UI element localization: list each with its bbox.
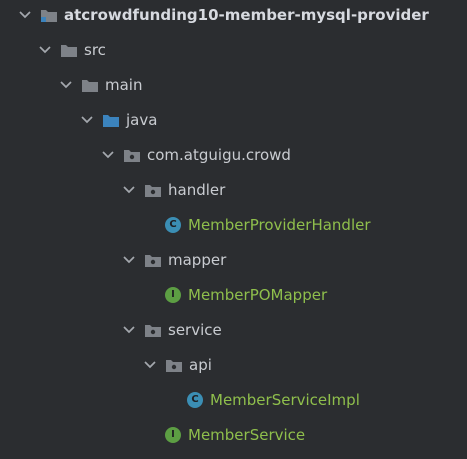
tree-label: MemberProviderHandler — [188, 216, 371, 234]
package-icon — [144, 182, 162, 198]
package-icon — [144, 252, 162, 268]
interface-icon: I — [164, 427, 182, 443]
tree-label: handler — [168, 181, 226, 199]
interface-badge: I — [165, 427, 181, 443]
tree-label: mapper — [168, 251, 227, 269]
chevron-down-icon[interactable] — [18, 8, 32, 22]
class-icon: C — [164, 217, 182, 233]
tree-row-handler[interactable]: handler — [122, 175, 225, 205]
tree-label: MemberService — [188, 426, 306, 444]
tree-label: src — [84, 41, 106, 59]
chevron-down-icon[interactable] — [80, 113, 94, 127]
chevron-down-icon[interactable] — [122, 323, 136, 337]
tree-label: service — [168, 321, 222, 339]
folder-icon — [60, 42, 78, 58]
tree-label: MemberPOMapper — [188, 286, 328, 304]
class-badge: C — [165, 217, 181, 233]
source-root-folder-icon — [102, 112, 120, 128]
tree-label: java — [126, 111, 158, 129]
class-badge: C — [187, 392, 203, 408]
chevron-down-icon[interactable] — [143, 358, 157, 372]
tree-row-member-service-impl[interactable]: C MemberServiceImpl — [186, 385, 360, 415]
package-icon — [144, 322, 162, 338]
tree-row-service[interactable]: service — [122, 315, 222, 345]
tree-row-member-provider-handler[interactable]: C MemberProviderHandler — [164, 210, 371, 240]
class-icon: C — [186, 392, 204, 408]
tree-label: api — [189, 356, 212, 374]
tree-label: MemberServiceImpl — [210, 391, 360, 409]
tree-label: com.atguigu.crowd — [147, 146, 291, 164]
tree-label: atcrowdfunding10-member-mysql-provider — [64, 6, 429, 24]
tree-row-main[interactable]: main — [59, 70, 142, 100]
tree-row-java[interactable]: java — [80, 105, 157, 135]
tree-row-member-service[interactable]: I MemberService — [164, 420, 305, 450]
tree-row-mapper[interactable]: mapper — [122, 245, 226, 275]
folder-icon — [81, 77, 99, 93]
project-folder-icon — [40, 7, 58, 23]
tree-row-package[interactable]: com.atguigu.crowd — [101, 140, 291, 170]
package-icon — [123, 147, 141, 163]
tree-row-api[interactable]: api — [143, 350, 212, 380]
tree-row-project[interactable]: atcrowdfunding10-member-mysql-provider — [18, 0, 429, 30]
tree-row-member-po-mapper[interactable]: I MemberPOMapper — [164, 280, 327, 310]
tree-label: main — [105, 76, 143, 94]
chevron-down-icon[interactable] — [122, 253, 136, 267]
chevron-down-icon[interactable] — [38, 43, 52, 57]
interface-icon: I — [164, 287, 182, 303]
package-icon — [165, 357, 183, 373]
interface-badge: I — [165, 287, 181, 303]
chevron-down-icon[interactable] — [101, 148, 115, 162]
tree-row-src[interactable]: src — [38, 35, 106, 65]
chevron-down-icon[interactable] — [59, 78, 73, 92]
chevron-down-icon[interactable] — [122, 183, 136, 197]
project-tree: atcrowdfunding10-member-mysql-provider s… — [0, 0, 467, 459]
